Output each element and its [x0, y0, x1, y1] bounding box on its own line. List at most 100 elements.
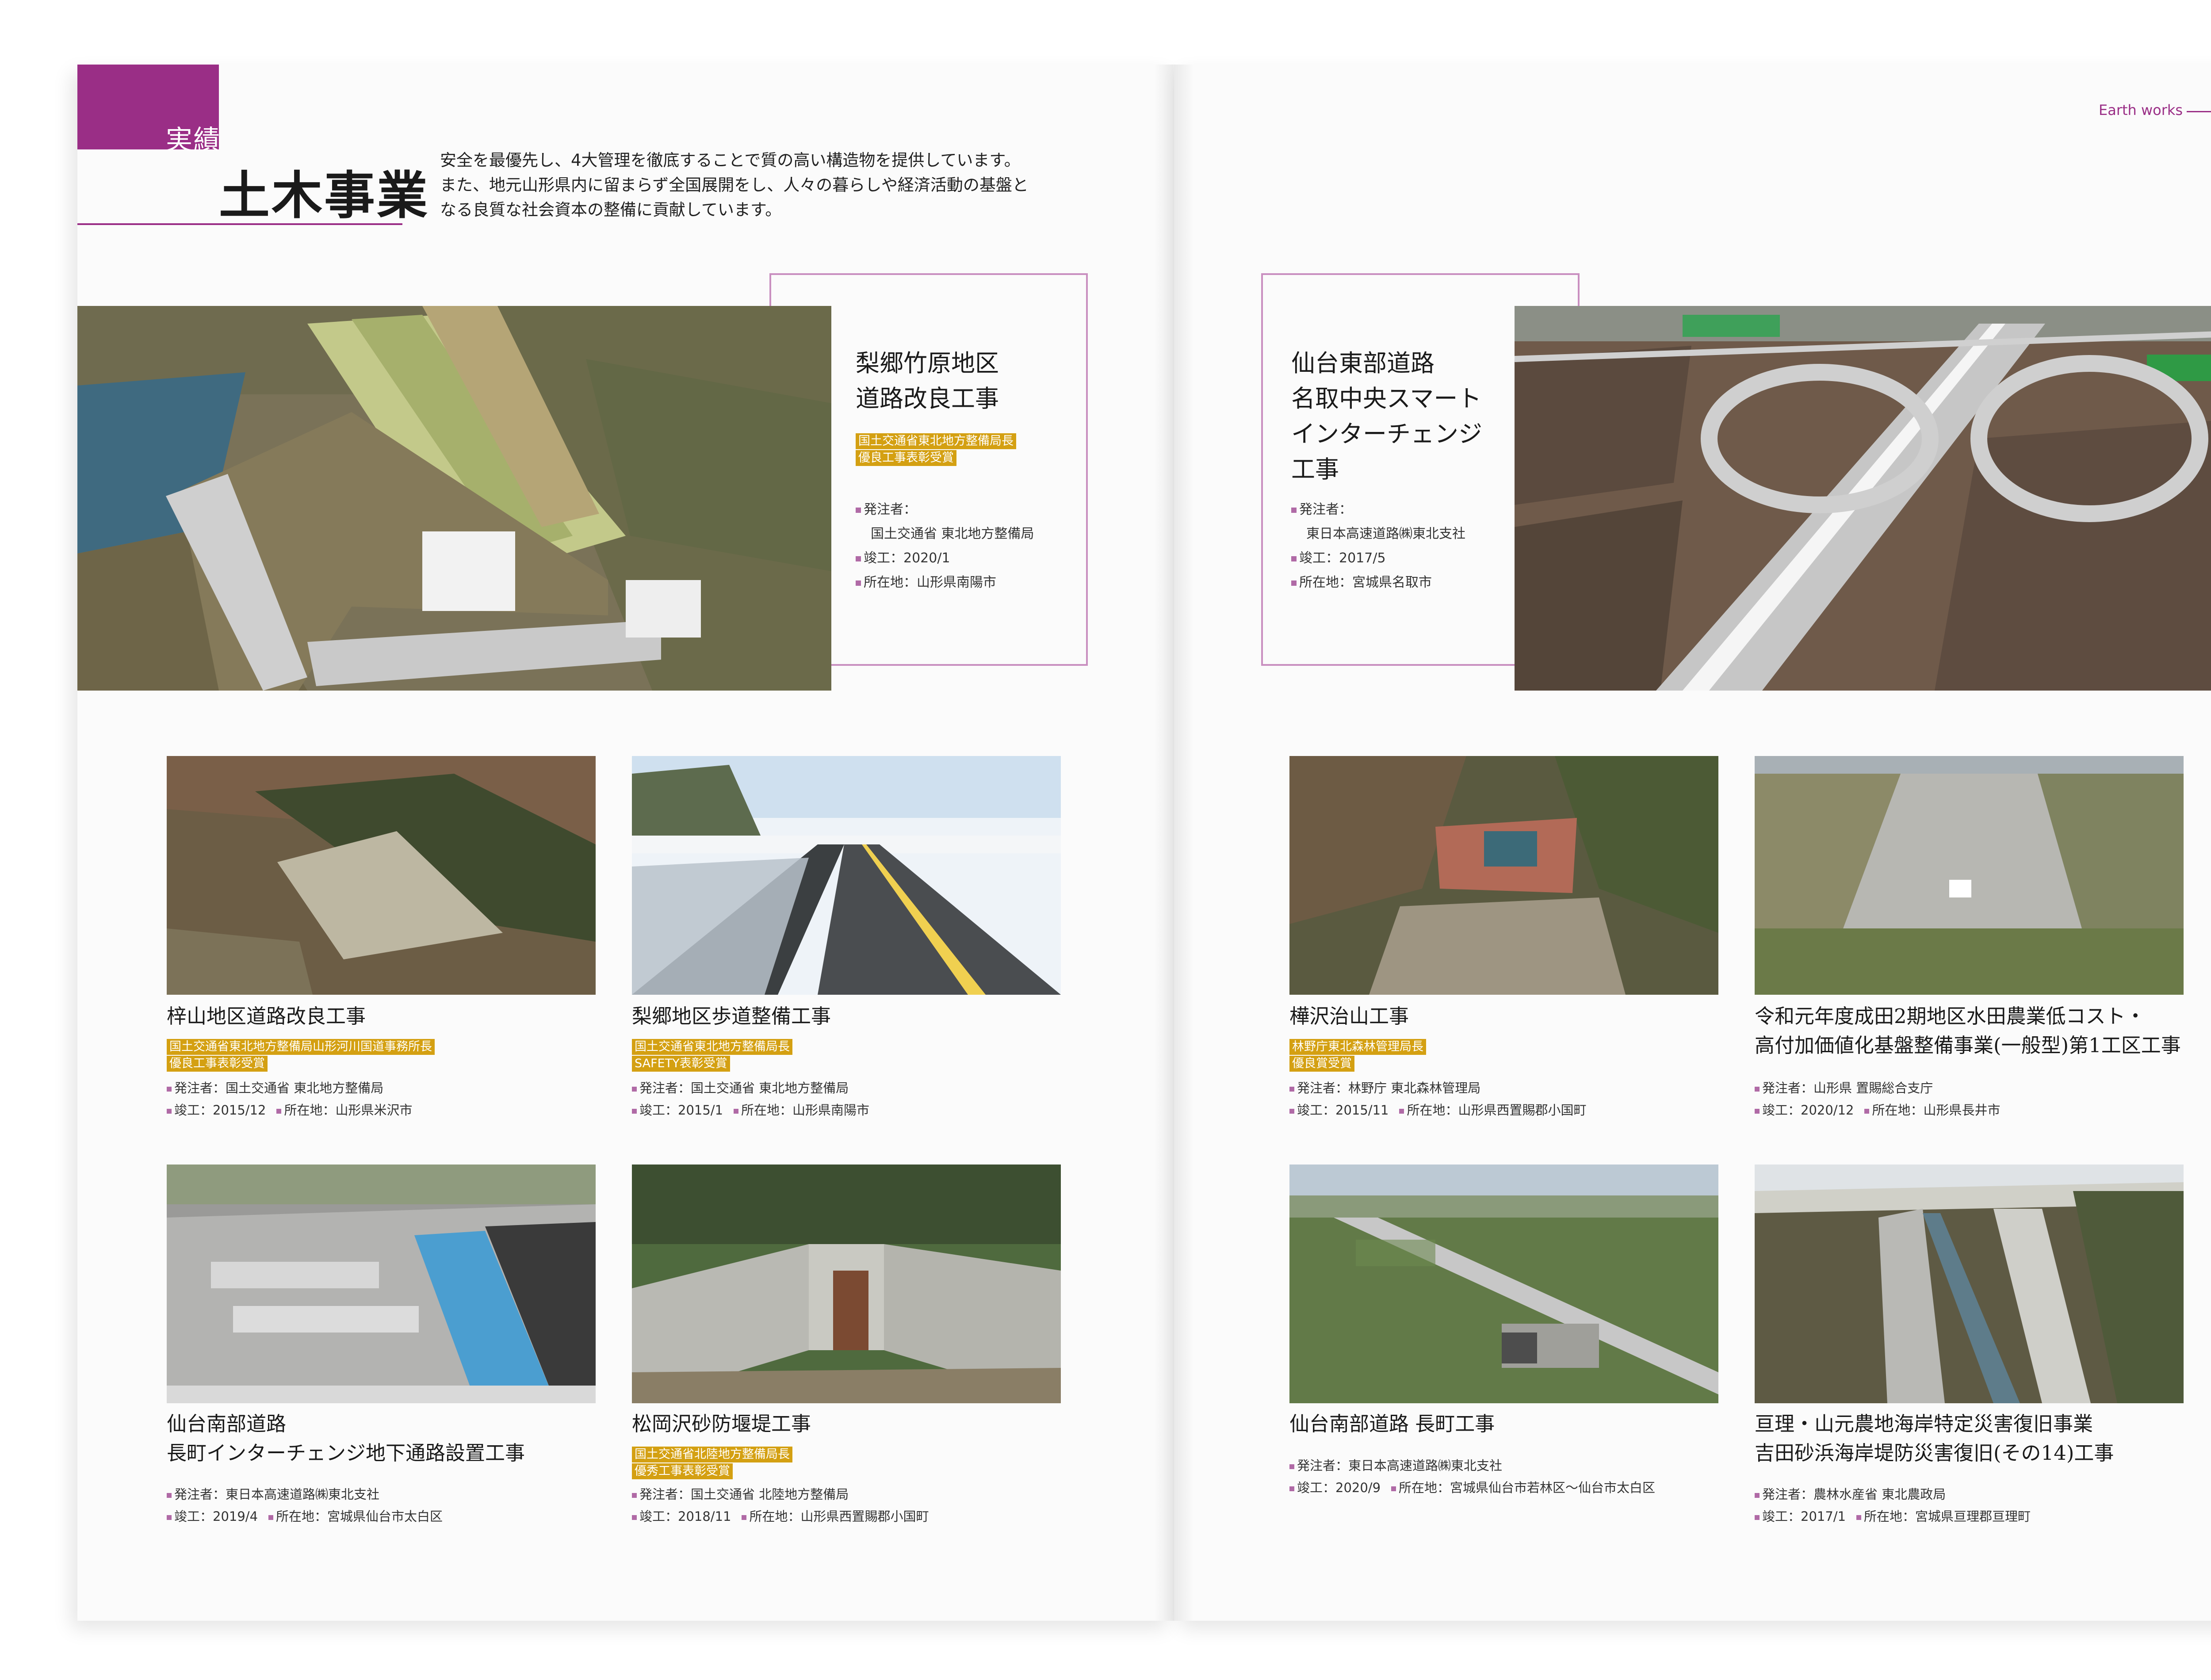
project-meta: 発注者：農林水産省 東北農政局 竣工：2017/1 所在地：宮城県亘理郡亘理町 [1755, 1483, 2031, 1527]
project-meta: 発注者：国土交通省 北陸地方整備局 竣工：2018/11 所在地：山形県西置賜郡小… [632, 1483, 929, 1527]
location-label: 所在地： [1299, 575, 1352, 590]
project-meta: 発注者：東日本高速道路㈱東北支社 竣工：2019/4 所在地：宮城県仙台市太白区 [167, 1483, 443, 1527]
brand-label: Earth works [2099, 102, 2183, 118]
feature-title-line: インターチェンジ [1291, 420, 1482, 448]
intro-line: 安全を最優先し、4大管理を徹底することで質の高い構造物を提供しています。 [440, 151, 1021, 170]
intro-line: また、地元山形県内に留まらず全国展開をし、人々の暮らしや経済活動の基盤と [440, 176, 1029, 195]
feature-meta: 発注者： 国土交通省 東北地方整備局 竣工：2020/1 所在地：山形県南陽市 [856, 497, 1034, 595]
intro-line: なる良質な社会資本の整備に貢献しています。 [440, 200, 782, 219]
location-value: 所在地：山形県南陽市 [741, 1103, 870, 1118]
feature-meta: 発注者： 東日本高速道路㈱東北支社 竣工：2017/5 所在地：宮城県名取市 [1291, 497, 1465, 595]
feature-title-line: 工事 [1291, 455, 1339, 483]
completed-value: 竣工：2015/11 [1297, 1103, 1389, 1118]
project-award: 国土交通省北陸地方整備局長 優秀工事表彰受賞 [632, 1447, 792, 1480]
project-photo [632, 756, 1061, 995]
location-value: 所在地：山形県西置賜郡小国町 [749, 1509, 929, 1524]
project-photo [1289, 756, 1718, 995]
orderer-value: 国土交通省 東北地方整備局 [871, 526, 1034, 542]
feature-title-line: 名取中央スマート [1291, 385, 1482, 412]
intro-text: 安全を最優先し、4大管理を徹底することで質の高い構造物を提供しています。 また、… [440, 148, 1072, 222]
feature-photo [1515, 306, 2211, 691]
orderer-value: 発注者：東日本高速道路㈱東北支社 [174, 1487, 380, 1502]
completed-value: 竣工：2020/12 [1762, 1103, 1854, 1118]
location-value: 所在地：山形県米沢市 [284, 1103, 413, 1118]
project-title-line: 長町インターチェンジ地下通路設置工事 [167, 1441, 525, 1465]
project-title-line: 樺沢治山工事 [1289, 1004, 1409, 1028]
project-title: 樺沢治山工事 [1289, 1002, 1409, 1031]
feature-photo [77, 306, 831, 691]
orderer-value: 発注者：東日本高速道路㈱東北支社 [1297, 1458, 1503, 1473]
project-meta: 発注者：山形県 置賜総合支庁 竣工：2020/12 所在地：山形県長井市 [1755, 1077, 2001, 1121]
project-title-line: 亘理・山元農地海岸特定災害復旧事業 [1755, 1412, 2093, 1436]
location-value: 山形県南陽市 [917, 575, 996, 590]
award-badge: 国土交通省東北地方整備局長 [856, 433, 1016, 449]
project-photo [1289, 1165, 1718, 1403]
project-meta: 発注者：国土交通省 東北地方整備局 竣工：2015/12 所在地：山形県米沢市 [167, 1077, 413, 1121]
completed-value: 竣工：2020/9 [1297, 1480, 1381, 1495]
project-title-line: 仙台南部道路 [167, 1412, 287, 1436]
orderer-value: 発注者：林野庁 東北森林管理局 [1297, 1081, 1481, 1096]
location-value: 所在地：宮城県仙台市若林区～仙台市太白区 [1399, 1480, 1656, 1495]
award-badge: 優良工事表彰受賞 [167, 1056, 268, 1072]
project-title: 亘理・山元農地海岸特定災害復旧事業 吉田砂浜海岸堤防災害復旧(その14)工事 [1755, 1409, 2114, 1468]
feature-title-line: 梨郷竹原地区 [856, 349, 999, 377]
location-value: 所在地：宮城県亘理郡亘理町 [1864, 1509, 2031, 1524]
project-title-line: 吉田砂浜海岸堤防災害復旧(その14)工事 [1755, 1441, 2114, 1465]
completed-value: 2020/1 [903, 550, 950, 566]
completed-label: 竣工： [864, 550, 903, 566]
section-title: 土木事業 [219, 166, 430, 225]
project-photo [167, 756, 596, 995]
completed-value: 2017/5 [1339, 550, 1386, 566]
completed-value: 竣工：2019/4 [174, 1509, 258, 1524]
project-meta: 発注者：林野庁 東北森林管理局 竣工：2015/11 所在地：山形県西置賜郡小国町 [1289, 1077, 1587, 1121]
project-photo [632, 1165, 1061, 1403]
award-badge: SAFETY表彰受賞 [632, 1056, 730, 1072]
orderer-label: 発注者： [1299, 502, 1352, 517]
project-title: 仙台南部道路 長町インターチェンジ地下通路設置工事 [167, 1409, 525, 1468]
section-tag: 実績 [166, 125, 221, 156]
award-badge: 国土交通省東北地方整備局長 [632, 1039, 792, 1055]
project-meta: 発注者：国土交通省 東北地方整備局 竣工：2015/1 所在地：山形県南陽市 [632, 1077, 869, 1121]
feature-title: 梨郷竹原地区 道路改良工事 [856, 346, 999, 416]
location-value: 所在地：山形県長井市 [1872, 1103, 2001, 1118]
orderer-value: 発注者：農林水産省 東北農政局 [1762, 1487, 1946, 1502]
feature-title-line: 仙台東部道路 [1291, 349, 1434, 377]
project-title: 松岡沢砂防堰堤工事 [632, 1409, 811, 1439]
award-badge: 国土交通省北陸地方整備局長 [632, 1447, 792, 1462]
location-value: 所在地：宮城県仙台市太白区 [276, 1509, 443, 1524]
project-photo [1755, 1165, 2184, 1403]
award-badge: 国土交通省東北地方整備局山形河川国道事務所長 [167, 1039, 435, 1055]
project-title-line: 令和元年度成田2期地区水田農業低コスト・ [1755, 1004, 2146, 1028]
project-award: 国土交通省東北地方整備局長 SAFETY表彰受賞 [632, 1039, 792, 1073]
completed-value: 竣工：2017/1 [1762, 1509, 1846, 1524]
orderer-value: 東日本高速道路㈱東北支社 [1306, 526, 1465, 542]
project-award: 国土交通省東北地方整備局山形河川国道事務所長 優良工事表彰受賞 [167, 1039, 435, 1073]
orderer-value: 発注者：国土交通省 東北地方整備局 [639, 1081, 849, 1096]
orderer-label: 発注者： [864, 502, 917, 517]
project-title: 仙台南部道路 長町工事 [1289, 1409, 1495, 1439]
completed-value: 竣工：2015/12 [174, 1103, 266, 1118]
project-photo [167, 1165, 596, 1403]
location-value: 宮城県名取市 [1352, 575, 1432, 590]
spine-gutter [1154, 65, 1194, 1621]
feature-title: 仙台東部道路 名取中央スマート インターチェンジ 工事 [1291, 346, 1482, 487]
project-photo [1755, 756, 2184, 995]
project-award: 林野庁東北森林管理局長 優良賞受賞 [1289, 1039, 1426, 1073]
feature-award: 国土交通省東北地方整備局長 優良工事表彰受賞 [856, 433, 1016, 467]
brand-rule [2187, 111, 2211, 112]
project-title-line: 仙台南部道路 長町工事 [1289, 1412, 1495, 1436]
award-badge: 優良工事表彰受賞 [856, 450, 956, 466]
project-title-line: 松岡沢砂防堰堤工事 [632, 1412, 811, 1436]
project-title-line: 高付加価値化基盤整備事業(一般型)第1工区工事 [1755, 1034, 2181, 1057]
project-meta: 発注者：東日本高速道路㈱東北支社 竣工：2020/9 所在地：宮城県仙台市若林区～… [1289, 1455, 1655, 1499]
project-title: 梓山地区道路改良工事 [167, 1002, 366, 1031]
award-badge: 優秀工事表彰受賞 [632, 1463, 733, 1479]
project-title-line: 梨郷地区歩道整備工事 [632, 1004, 831, 1028]
award-badge: 優良賞受賞 [1289, 1056, 1354, 1072]
completed-value: 竣工：2018/11 [639, 1509, 731, 1524]
project-title-line: 梓山地区道路改良工事 [167, 1004, 366, 1028]
feature-title-line: 道路改良工事 [856, 385, 999, 412]
project-title: 梨郷地区歩道整備工事 [632, 1002, 831, 1031]
orderer-value: 発注者：国土交通省 東北地方整備局 [174, 1081, 384, 1096]
section-title-rule [77, 223, 402, 225]
